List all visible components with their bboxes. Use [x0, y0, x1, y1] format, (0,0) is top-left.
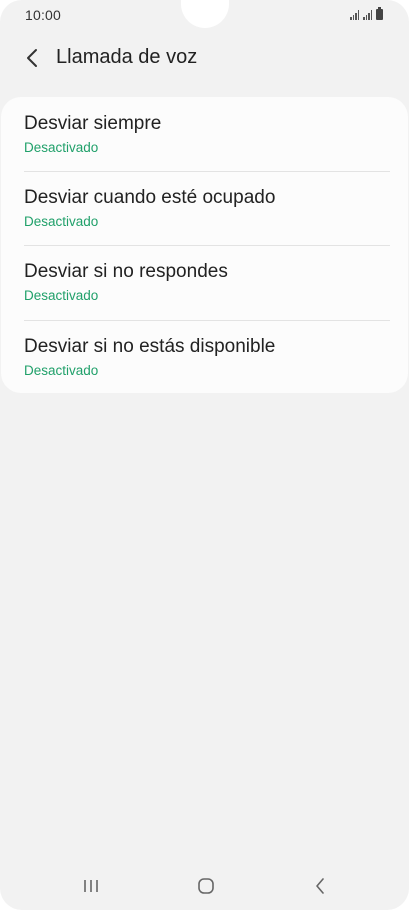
settings-card: Desviar siempre Desactivado Desviar cuan…: [1, 97, 408, 393]
setting-forward-always[interactable]: Desviar siempre Desactivado: [1, 97, 408, 171]
signal-icon: [350, 10, 359, 20]
home-button[interactable]: [176, 862, 236, 910]
setting-status: Desactivado: [24, 363, 99, 378]
setting-status: Desactivado: [24, 288, 99, 303]
setting-label: Desviar si no estás disponible: [24, 336, 276, 357]
battery-icon: [376, 7, 383, 20]
setting-label: Desviar siempre: [24, 113, 162, 134]
back-arrow-icon: [27, 49, 37, 67]
app-bar: Llamada de voz: [0, 38, 409, 78]
setting-status: Desactivado: [24, 140, 99, 155]
signal-icon-secondary: [363, 10, 372, 20]
status-bar: 10:00: [0, 0, 409, 30]
setting-label: Desviar si no respondes: [24, 261, 228, 282]
home-icon: [198, 878, 214, 894]
setting-forward-unreachable[interactable]: Desviar si no estás disponible Desactiva…: [1, 320, 408, 394]
nav-back-icon: [316, 878, 324, 894]
setting-forward-busy[interactable]: Desviar cuando esté ocupado Desactivado: [1, 171, 408, 245]
page-title: Llamada de voz: [56, 46, 198, 68]
setting-label: Desviar cuando esté ocupado: [24, 187, 276, 208]
recent-apps-button[interactable]: [61, 862, 121, 910]
status-icons: [350, 7, 383, 20]
nav-back-button[interactable]: [290, 862, 350, 910]
navigation-bar: [0, 862, 409, 910]
back-button[interactable]: [18, 42, 46, 74]
status-time: 10:00: [25, 7, 62, 23]
setting-status: Desactivado: [24, 214, 99, 229]
recent-apps-icon: [84, 880, 98, 892]
phone-screen: 10:00 Llamada de voz Desviar siempre Des…: [0, 0, 409, 910]
setting-forward-no-answer[interactable]: Desviar si no respondes Desactivado: [1, 245, 408, 319]
